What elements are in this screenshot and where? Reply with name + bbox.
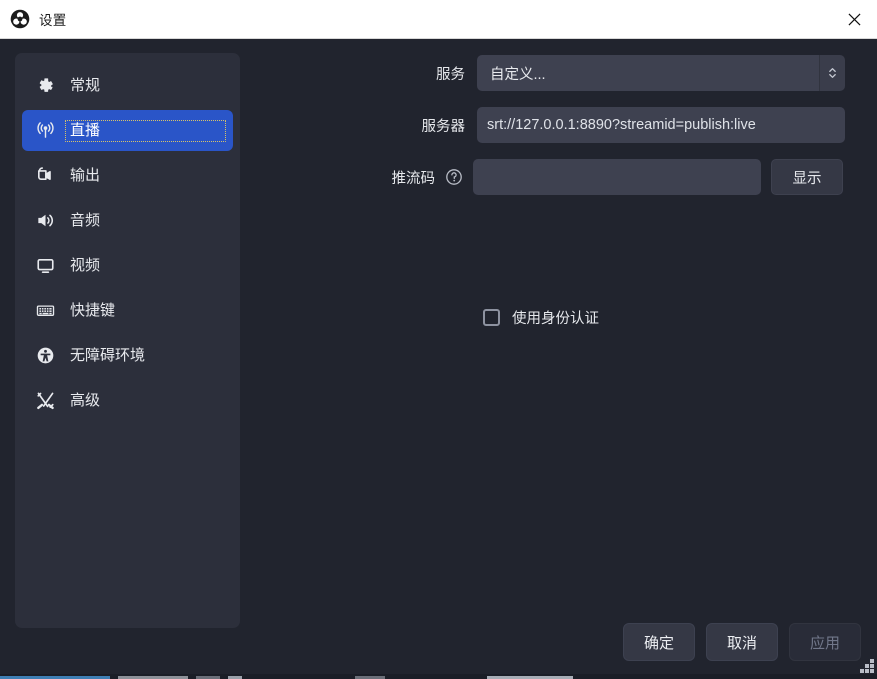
settings-dialog: 设置 常规: [0, 0, 877, 679]
dialog-footer: 确定 取消 应用: [623, 623, 861, 661]
server-input[interactable]: [477, 107, 845, 143]
stream-key-label: 推流码: [255, 167, 439, 188]
use-auth-label: 使用身份认证: [512, 307, 599, 328]
monitor-icon: [34, 255, 56, 277]
question-circle-icon[interactable]: [445, 168, 463, 186]
sidebar-item-advanced[interactable]: 高级: [22, 380, 233, 421]
sidebar-item-label: 输出: [65, 165, 105, 187]
title-bar: 设置: [0, 0, 877, 39]
show-stream-key-button[interactable]: 显示: [771, 159, 843, 195]
sidebar-item-output[interactable]: 输出: [22, 155, 233, 196]
stream-key-row: 推流码 显示: [255, 159, 843, 195]
sidebar-item-label: 视频: [65, 255, 105, 277]
sidebar-item-label: 无障碍环境: [65, 345, 150, 367]
tools-icon: [34, 390, 56, 412]
sidebar-item-label: 直播: [65, 120, 226, 142]
close-icon: [848, 13, 861, 26]
title-bar-left: 设置: [0, 9, 67, 29]
close-button[interactable]: [831, 0, 877, 38]
stream-settings-pane: 服务 自定义... 服务器 推流码: [255, 39, 877, 679]
background-window-sliver: [0, 674, 877, 679]
sidebar-item-accessibility[interactable]: 无障碍环境: [22, 335, 233, 376]
service-select[interactable]: 自定义...: [477, 55, 845, 91]
use-auth-checkbox[interactable]: [483, 309, 500, 326]
service-label: 服务: [255, 63, 477, 84]
sidebar-item-label: 高级: [65, 390, 105, 412]
use-auth-checkbox-row[interactable]: 使用身份认证: [483, 307, 599, 328]
apply-button: 应用: [789, 623, 861, 661]
sidebar-item-stream[interactable]: 直播: [22, 110, 233, 151]
cancel-button[interactable]: 取消: [706, 623, 778, 661]
accessibility-icon: [34, 345, 56, 367]
speaker-icon: [34, 210, 56, 232]
keyboard-icon: [34, 300, 56, 322]
sidebar-item-general[interactable]: 常规: [22, 65, 233, 106]
server-row: 服务器: [255, 107, 845, 143]
sidebar-item-label: 音频: [65, 210, 105, 232]
sidebar-item-audio[interactable]: 音频: [22, 200, 233, 241]
resize-grip[interactable]: [858, 657, 874, 673]
sidebar-item-label: 快捷键: [65, 300, 120, 322]
chevron-up-down-icon[interactable]: [819, 55, 845, 91]
obs-logo-icon: [10, 9, 30, 29]
video-camera-icon: [34, 165, 56, 187]
broadcast-icon: [34, 120, 56, 142]
ok-button[interactable]: 确定: [623, 623, 695, 661]
sidebar-item-label: 常规: [65, 75, 105, 97]
sidebar-item-hotkeys[interactable]: 快捷键: [22, 290, 233, 331]
service-row: 服务 自定义...: [255, 55, 845, 91]
sidebar-item-video[interactable]: 视频: [22, 245, 233, 286]
gear-icon: [34, 75, 56, 97]
window-title: 设置: [39, 9, 67, 29]
settings-sidebar: 常规 直播: [15, 53, 240, 628]
dialog-body: 常规 直播: [0, 39, 877, 679]
stream-key-input[interactable]: [473, 159, 761, 195]
server-label: 服务器: [255, 115, 477, 136]
service-select-value[interactable]: 自定义...: [477, 55, 819, 91]
